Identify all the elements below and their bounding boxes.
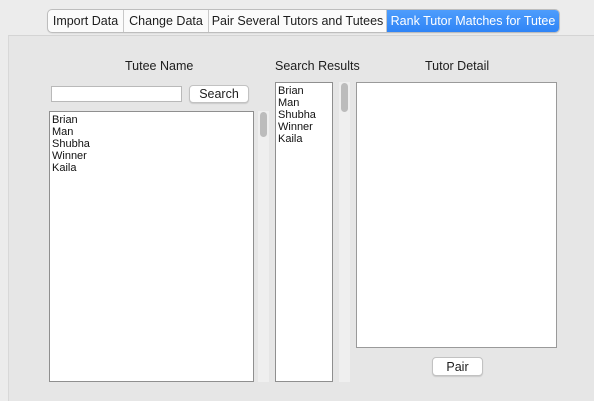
scroll-thumb[interactable]	[260, 112, 267, 137]
tab-pair-several[interactable]: Pair Several Tutors and Tutees	[209, 10, 387, 32]
list-item[interactable]: Man	[278, 97, 330, 109]
tutor-detail-area[interactable]	[356, 82, 557, 348]
tutee-name-heading: Tutee Name	[125, 59, 194, 73]
pair-button[interactable]: Pair	[432, 357, 483, 376]
tab-change-data[interactable]: Change Data	[124, 10, 209, 32]
tab-rank-tutor-matches[interactable]: Rank Tutor Matches for Tutee	[387, 10, 559, 32]
scroll-thumb[interactable]	[341, 83, 348, 112]
list-item[interactable]: Shubha	[278, 109, 330, 121]
list-item[interactable]: Kaila	[52, 162, 251, 174]
tab-import-data[interactable]: Import Data	[48, 10, 124, 32]
list-item[interactable]: Winner	[278, 121, 330, 133]
tab-bar: Import Data Change Data Pair Several Tut…	[47, 9, 560, 33]
list-item[interactable]: Winner	[52, 150, 251, 162]
search-results-list[interactable]: Brian Man Shubha Winner Kaila	[275, 82, 333, 382]
search-button[interactable]: Search	[189, 85, 249, 103]
list-item[interactable]: Man	[52, 126, 251, 138]
search-results-heading: Search Results	[275, 59, 360, 73]
list-item[interactable]: Kaila	[278, 133, 330, 145]
search-results-scrollbar[interactable]	[339, 82, 350, 382]
list-item[interactable]: Brian	[278, 85, 330, 97]
tutee-list-scrollbar[interactable]	[258, 111, 269, 382]
list-item[interactable]: Shubha	[52, 138, 251, 150]
tutee-name-list[interactable]: Brian Man Shubha Winner Kaila	[49, 111, 254, 382]
tutor-detail-heading: Tutor Detail	[425, 59, 490, 73]
tutee-search-input[interactable]	[51, 86, 182, 102]
list-item[interactable]: Brian	[52, 114, 251, 126]
